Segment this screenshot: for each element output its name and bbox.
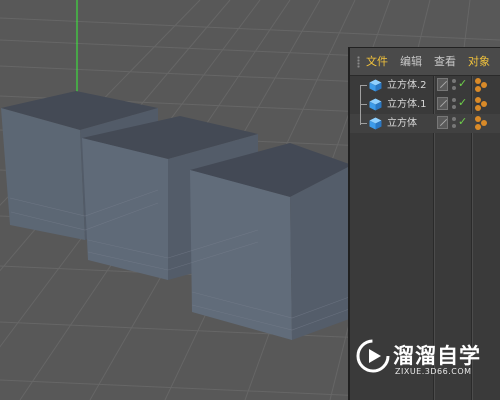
layer-icon[interactable] — [437, 97, 448, 110]
object-name[interactable]: 立方体.1 — [387, 97, 427, 112]
cube-icon — [369, 117, 382, 130]
watermark-url: ZIXUE.3D66.COM — [395, 367, 472, 376]
layer-icon[interactable] — [437, 116, 448, 129]
object-row[interactable]: 立方体.1 ✓ — [350, 95, 500, 114]
watermark-title: 溜溜自学 — [393, 344, 481, 368]
menu-object[interactable]: 对象 — [468, 48, 490, 75]
menu-edit[interactable]: 编辑 — [400, 48, 422, 75]
cube-face-front — [82, 138, 168, 280]
visibility-dots-icon[interactable] — [452, 117, 457, 129]
object-row[interactable]: 立方体.2 ✓ — [350, 76, 500, 95]
tree-connector — [360, 85, 367, 86]
material-tag-icon[interactable] — [475, 115, 500, 131]
material-tag-icon[interactable] — [475, 77, 500, 93]
cube-icon — [369, 98, 382, 111]
menu-file[interactable]: 文件 — [366, 48, 388, 75]
object-row[interactable]: 立方体 ✓ — [350, 114, 500, 133]
menu-view[interactable]: 查看 — [434, 48, 456, 75]
tree-connector — [360, 123, 367, 124]
enabled-check-icon[interactable]: ✓ — [458, 76, 467, 91]
layer-icon[interactable] — [437, 78, 448, 91]
object-name[interactable]: 立方体 — [387, 116, 417, 131]
visibility-dots-icon[interactable] — [452, 98, 457, 110]
watermark: 溜溜自学 ZIXUE.3D66.COM — [355, 334, 500, 390]
enabled-check-icon[interactable]: ✓ — [458, 114, 467, 129]
play-logo-icon — [356, 339, 390, 373]
visibility-dots-icon[interactable] — [452, 79, 457, 91]
object-name[interactable]: 立方体.2 — [387, 78, 427, 93]
object-manager-menubar: 文件 编辑 查看 对象 — [350, 48, 500, 76]
cube-icon — [369, 79, 382, 92]
panel-grip-icon[interactable] — [357, 55, 360, 68]
cube-face-front — [190, 170, 292, 340]
enabled-check-icon[interactable]: ✓ — [458, 95, 467, 110]
tree-connector — [360, 104, 367, 105]
tree-connector — [360, 85, 361, 125]
material-tag-icon[interactable] — [475, 96, 500, 112]
object-list: 立方体.2 ✓ 立方体.1 ✓ 立方体 ✓ — [350, 76, 500, 133]
